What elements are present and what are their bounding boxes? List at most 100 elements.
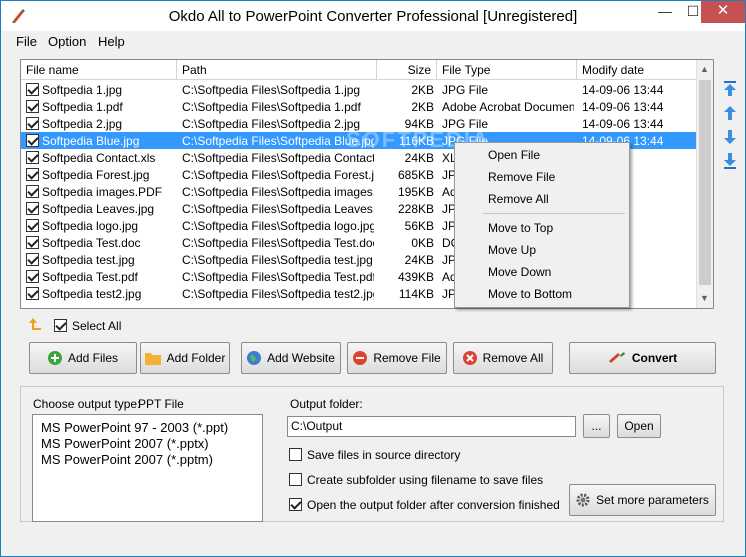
set-more-parameters-button[interactable]: Set more parameters	[569, 484, 716, 516]
column-header-modified[interactable]: Modify date	[577, 60, 697, 80]
cell-name: Softpedia logo.jpg	[42, 219, 139, 233]
move-down-icon[interactable]	[723, 129, 737, 145]
cell-modified: 14-09-06 13:44	[582, 117, 664, 131]
add-files-label: Add Files	[67, 351, 119, 365]
up-folder-icon[interactable]	[27, 317, 43, 331]
move-up-icon[interactable]	[723, 105, 737, 121]
remove-all-icon	[462, 351, 477, 365]
cell-name: Softpedia test2.jpg	[42, 287, 142, 301]
select-all-checkbox[interactable]	[54, 319, 67, 332]
ctx-move-bottom[interactable]: Move to Bottom	[488, 287, 572, 301]
output-folder-input[interactable]: C:\Output	[287, 416, 576, 437]
convert-button[interactable]: Convert	[569, 342, 716, 374]
open-folder-button[interactable]: Open	[617, 414, 661, 438]
cell-name: Softpedia Forest.jpg	[42, 168, 150, 182]
cell-size: 24KB	[404, 253, 434, 267]
scroll-down-arrow-icon[interactable]: ▼	[700, 293, 709, 303]
scroll-thumb[interactable]	[699, 80, 711, 285]
column-header-size[interactable]: Size	[377, 60, 437, 80]
output-type-pptx[interactable]: MS PowerPoint 2007 (*.pptx)	[41, 436, 209, 451]
cell-type: JPG File	[442, 83, 489, 97]
cell-path: C:\Softpedia Files\Softpedia test2.jpg	[182, 287, 374, 301]
output-type-list[interactable]: MS PowerPoint 97 - 2003 (*.ppt) MS Power…	[32, 414, 263, 522]
remove-file-label: Remove File	[373, 351, 441, 365]
output-type-pptm[interactable]: MS PowerPoint 2007 (*.pptm)	[41, 452, 213, 467]
cell-path: C:\Softpedia Files\Softpedia Leaves.j...	[182, 202, 374, 216]
row-checkbox[interactable]	[26, 168, 39, 181]
cell-size: 0KB	[411, 236, 434, 250]
cell-name: Softpedia 1.jpg	[42, 83, 123, 97]
output-folder-label: Output folder:	[290, 397, 363, 411]
add-icon	[47, 351, 62, 365]
table-row[interactable]: Softpedia 1.jpg C:\Softpedia Files\Softpe…	[21, 81, 697, 98]
move-bottom-icon[interactable]	[723, 153, 737, 169]
folder-icon	[144, 353, 161, 365]
row-checkbox[interactable]	[26, 253, 39, 266]
row-checkbox[interactable]	[26, 117, 39, 130]
row-checkbox[interactable]	[26, 236, 39, 249]
row-checkbox[interactable]	[26, 270, 39, 283]
convert-icon	[608, 352, 625, 363]
move-top-icon[interactable]	[723, 81, 737, 97]
remove-icon	[353, 351, 368, 365]
row-checkbox[interactable]	[26, 134, 39, 147]
menu-option[interactable]: Option	[48, 34, 86, 49]
column-header-path[interactable]: Path	[177, 60, 377, 80]
context-menu: Open File Remove File Remove All Move to…	[454, 142, 630, 308]
select-all-label: Select All	[72, 319, 122, 333]
save-in-source-checkbox[interactable]	[289, 448, 302, 461]
save-in-source-label: Save files in source directory	[307, 448, 461, 462]
remove-file-button[interactable]: Remove File	[347, 342, 447, 374]
minimize-button[interactable]: —	[651, 1, 679, 23]
cell-name: Softpedia Contact.xls	[42, 151, 156, 165]
ctx-move-top[interactable]: Move to Top	[488, 221, 553, 235]
cell-path: C:\Softpedia Files\Softpedia Test.doc	[182, 236, 374, 250]
row-checkbox[interactable]	[26, 151, 39, 164]
remove-all-button[interactable]: Remove All	[453, 342, 553, 374]
row-checkbox[interactable]	[26, 219, 39, 232]
cell-size: 195KB	[397, 185, 434, 199]
add-website-button[interactable]: Add Website	[241, 342, 341, 374]
cell-path: C:\Softpedia Files\Softpedia 1.jpg	[182, 83, 361, 97]
menu-help[interactable]: Help	[98, 34, 125, 49]
cell-name: Softpedia Test.pdf	[42, 270, 138, 284]
scroll-up-arrow-icon[interactable]: ▲	[700, 64, 709, 74]
file-list-scrollbar[interactable]: ▲ ▼	[696, 60, 713, 308]
row-checkbox[interactable]	[26, 100, 39, 113]
cell-size: 114KB	[398, 287, 434, 301]
row-checkbox[interactable]	[26, 287, 39, 300]
cell-name: Softpedia 1.pdf	[42, 100, 123, 114]
title-bar[interactable]: Okdo All to PowerPoint Converter Profess…	[1, 1, 745, 31]
column-header-type[interactable]: File Type	[437, 60, 577, 80]
ctx-remove-file[interactable]: Remove File	[488, 170, 555, 184]
cell-size: 228KB	[397, 202, 434, 216]
remove-all-label: Remove All	[482, 351, 544, 365]
row-checkbox[interactable]	[26, 83, 39, 96]
ctx-move-up[interactable]: Move Up	[488, 243, 536, 257]
table-row[interactable]: Softpedia 1.pdf C:\Softpedia Files\Softpe…	[21, 98, 697, 115]
browse-button[interactable]: ...	[583, 414, 610, 438]
create-subfolder-checkbox[interactable]	[289, 473, 302, 486]
globe-icon	[247, 351, 262, 365]
open-output-folder-checkbox[interactable]	[289, 498, 302, 511]
cell-path: C:\Softpedia Files\Softpedia images.P...	[182, 185, 374, 199]
ctx-open-file[interactable]: Open File	[488, 148, 540, 162]
row-checkbox[interactable]	[26, 185, 39, 198]
add-website-label: Add Website	[267, 351, 335, 365]
add-files-button[interactable]: Add Files	[29, 342, 137, 374]
close-button[interactable]: ✕	[701, 1, 745, 23]
column-header-name[interactable]: File name	[21, 60, 177, 80]
cell-size: 685KB	[397, 168, 434, 182]
row-checkbox[interactable]	[26, 202, 39, 215]
menu-file[interactable]: File	[16, 34, 37, 49]
ctx-move-down[interactable]: Move Down	[488, 265, 551, 279]
output-type-ppt[interactable]: MS PowerPoint 97 - 2003 (*.ppt)	[41, 420, 228, 435]
output-type-label: Choose output type:	[33, 397, 141, 411]
cell-name: Softpedia images.PDF	[42, 185, 163, 199]
ctx-remove-all[interactable]: Remove All	[488, 192, 549, 206]
add-folder-button[interactable]: Add Folder	[140, 342, 230, 374]
cell-name: Softpedia 2.jpg	[42, 117, 123, 131]
set-more-parameters-label: Set more parameters	[596, 493, 709, 507]
create-subfolder-label: Create subfolder using filename to save …	[307, 473, 544, 487]
add-folder-label: Add Folder	[166, 351, 226, 365]
